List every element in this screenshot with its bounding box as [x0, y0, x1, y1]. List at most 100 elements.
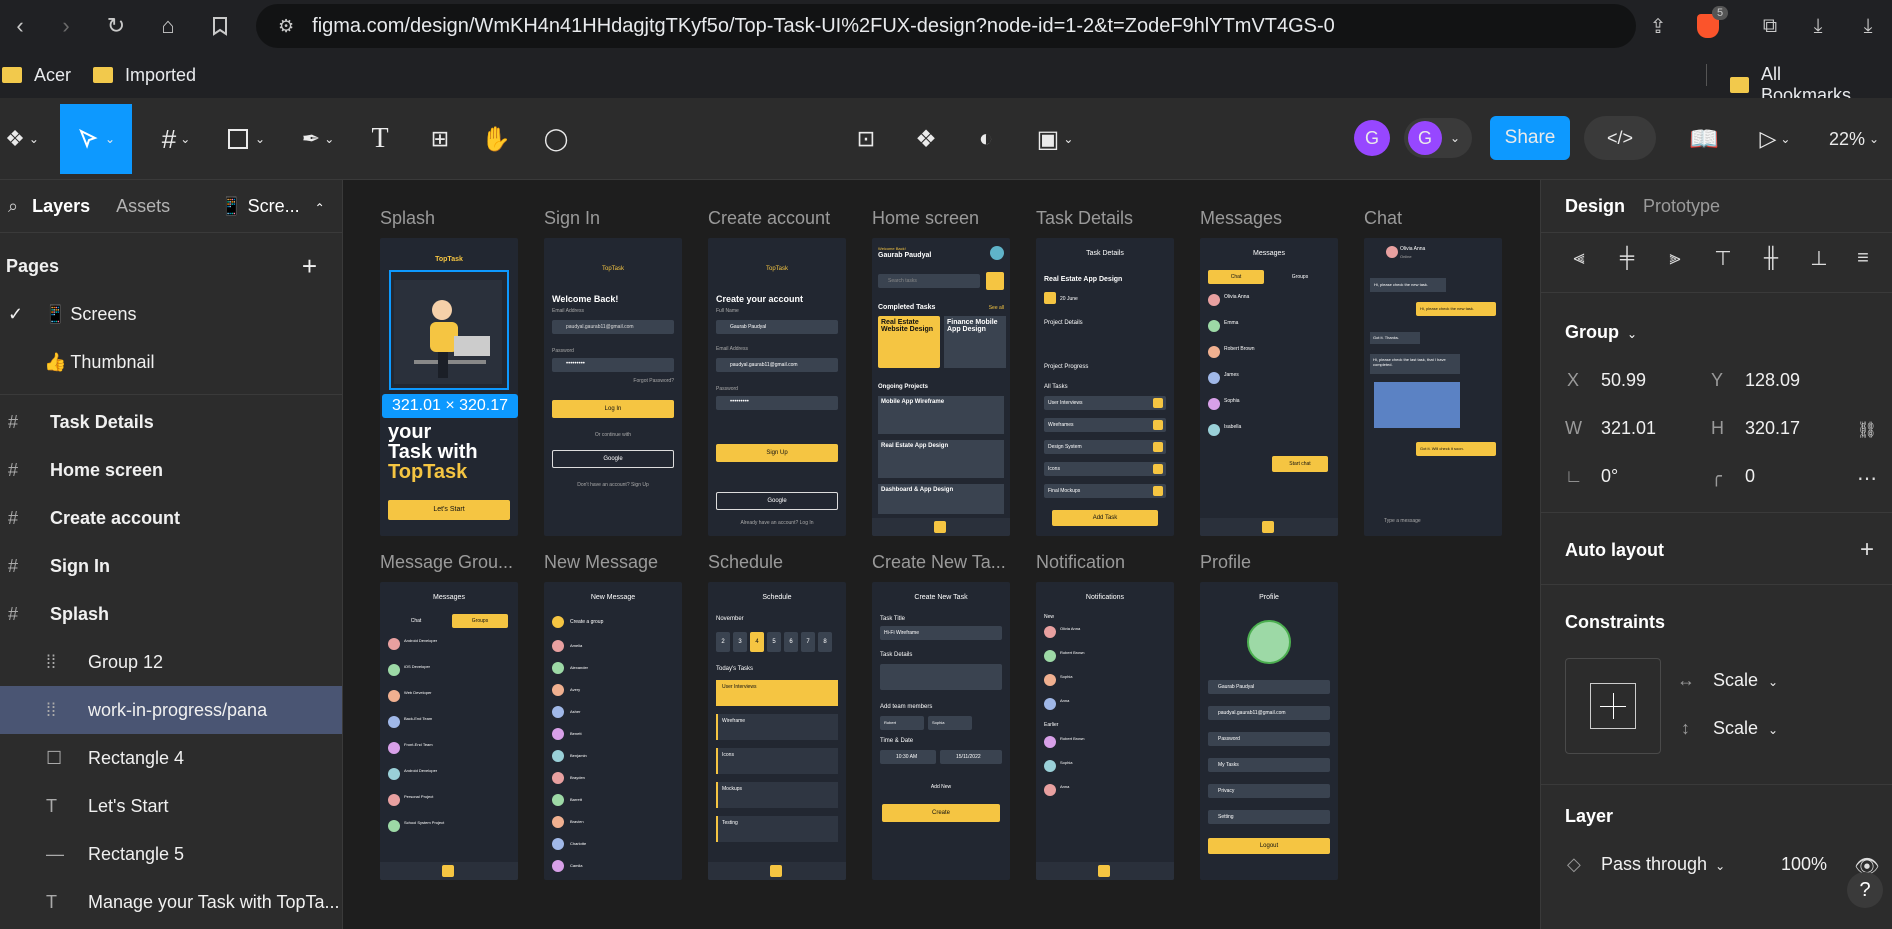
layer-item[interactable]: # Task Details: [0, 398, 342, 446]
library-icon[interactable]: 📖: [1684, 104, 1724, 174]
hand-tool-icon[interactable]: ✋: [476, 104, 516, 174]
layer-item[interactable]: ⁞⁞ Group 12: [0, 638, 342, 686]
frame-label[interactable]: Sign In: [544, 208, 600, 229]
frame-label[interactable]: Home screen: [872, 208, 979, 229]
shape-tool-icon[interactable]: ⌄: [220, 104, 272, 174]
component-icon[interactable]: ❖: [906, 104, 946, 174]
rotation-field[interactable]: 0°: [1601, 466, 1618, 487]
page-item-thumbnail[interactable]: 👍 Thumbnail: [0, 338, 342, 386]
selection-box[interactable]: [389, 270, 509, 390]
layer-item[interactable]: # Splash: [0, 590, 342, 638]
frame-home-screen[interactable]: Welcome Back! Gaurab Paudyal Search task…: [872, 238, 1010, 536]
layer-item[interactable]: T Manage your Task with TopTa...: [0, 878, 342, 926]
back-icon[interactable]: ‹: [0, 6, 40, 46]
text-tool-icon[interactable]: T: [360, 104, 400, 174]
frame-tool-icon[interactable]: # ⌄: [150, 104, 202, 174]
frame-notification[interactable]: Notifications New Earlier Olivia Anna Rob…: [1036, 582, 1174, 880]
user-avatar-menu[interactable]: G ⌄: [1404, 118, 1472, 158]
align-top-icon[interactable]: ⊤: [1707, 242, 1739, 274]
forward-icon[interactable]: ›: [46, 6, 86, 46]
present-icon[interactable]: ▷ ⌄: [1750, 104, 1800, 174]
frame-label[interactable]: New Message: [544, 552, 658, 573]
menu-icon[interactable]: ⤓: [1850, 8, 1886, 44]
opacity-field[interactable]: 100%: [1781, 854, 1827, 875]
align-middle-icon[interactable]: ╫: [1755, 242, 1787, 274]
layer-item[interactable]: # Sign In: [0, 542, 342, 590]
blend-mode[interactable]: Pass through ⌄: [1601, 854, 1725, 875]
frame-label[interactable]: Profile: [1200, 552, 1251, 573]
align-right-icon[interactable]: ⫸: [1659, 242, 1691, 274]
group-label[interactable]: Group ⌄: [1565, 322, 1637, 343]
height-field[interactable]: 320.17: [1745, 418, 1800, 439]
frame-new-message[interactable]: New Message Create a group Amelia Alexand…: [544, 582, 682, 880]
boolean-icon[interactable]: ▣ ⌄: [1030, 104, 1080, 174]
frame-label[interactable]: Chat: [1364, 208, 1402, 229]
y-field[interactable]: 128.09: [1745, 370, 1800, 391]
frame-message-groups[interactable]: Messages Chat Groups Android Developer iO…: [380, 582, 518, 880]
home-icon[interactable]: ⌂: [148, 6, 188, 46]
frame-label[interactable]: Task Details: [1036, 208, 1133, 229]
dev-mode-toggle[interactable]: </>: [1584, 116, 1656, 160]
tab-prototype[interactable]: Prototype: [1643, 196, 1720, 217]
share-button[interactable]: Share: [1490, 116, 1570, 160]
x-field[interactable]: 50.99: [1601, 370, 1646, 391]
frame-label[interactable]: Create account: [708, 208, 830, 229]
tab-assets[interactable]: Assets: [116, 196, 170, 217]
align-center-icon[interactable]: ╪: [1611, 242, 1643, 274]
select-matching-icon[interactable]: ⊡: [846, 104, 886, 174]
tab-design[interactable]: Design: [1565, 196, 1625, 217]
bookmark-folder-imported[interactable]: Imported: [93, 65, 196, 86]
figma-menu-icon[interactable]: ❖ ⌄: [0, 104, 44, 174]
downloads-icon[interactable]: ⤓: [1800, 8, 1836, 44]
bookmark-icon[interactable]: [200, 6, 240, 46]
resources-icon[interactable]: ⊞: [420, 104, 460, 174]
search-icon[interactable]: ⌕: [8, 196, 18, 217]
vertical-constraint[interactable]: Scale ⌄: [1713, 718, 1778, 739]
frame-create-account[interactable]: TopTask Create your account Full Name Ga…: [708, 238, 846, 536]
frame-messages[interactable]: Messages Chat Groups Start chat Olivia A…: [1200, 238, 1338, 536]
distribute-icon[interactable]: ≡: [1847, 242, 1879, 274]
layer-item[interactable]: ☐ Rectangle 4: [0, 734, 342, 782]
move-tool-icon[interactable]: ⌄: [60, 104, 132, 174]
layer-item[interactable]: ⁞⁞ work-in-progress/pana: [0, 686, 342, 734]
align-bottom-icon[interactable]: ⊥: [1803, 242, 1835, 274]
align-left-icon[interactable]: ⫷: [1563, 242, 1595, 274]
frame-label[interactable]: Splash: [380, 208, 435, 229]
pen-tool-icon[interactable]: ✒ ⌄: [292, 104, 344, 174]
frame-splash[interactable]: TopTask 321.01 × 320.17 your Task with Top…: [380, 238, 518, 536]
share-page-icon[interactable]: ⇪: [1640, 8, 1676, 44]
avatar[interactable]: G: [1354, 120, 1390, 156]
address-bar[interactable]: ⚙ figma.com/design/WmKH4n41HHdagjtgTKyf5…: [256, 4, 1636, 48]
reload-icon[interactable]: ↻: [96, 6, 136, 46]
frame-label[interactable]: Messages: [1200, 208, 1282, 229]
frame-label[interactable]: Schedule: [708, 552, 783, 573]
frame-label[interactable]: Notification: [1036, 552, 1125, 573]
tab-layers[interactable]: Layers: [32, 196, 90, 217]
frame-chat[interactable]: Olivia Anna Online Hi, please check the …: [1364, 238, 1502, 536]
layer-item[interactable]: # Home screen: [0, 446, 342, 494]
frame-create-new-task[interactable]: Create New Task Task Title Hi-Fi Wirefra…: [872, 582, 1010, 880]
page-item-screens[interactable]: ✓ 📱 Screens: [0, 290, 342, 338]
constrain-proportions-icon[interactable]: ⛓: [1851, 414, 1883, 446]
brave-shield-icon[interactable]: 5: [1690, 6, 1729, 44]
design-canvas[interactable]: Splash Sign In Create account Home screen Ta…: [344, 180, 1540, 929]
lets-start-button[interactable]: Let's Start: [388, 500, 510, 520]
layer-item[interactable]: T Let's Start: [0, 782, 342, 830]
comment-tool-icon[interactable]: ◯: [536, 104, 576, 174]
frame-profile[interactable]: Profile Gaurab Paudyal paudyal.gaurab11@…: [1200, 582, 1338, 880]
contrast-icon[interactable]: ◐: [966, 104, 1006, 174]
frame-label[interactable]: Create New Ta...: [872, 552, 1006, 573]
page-switcher[interactable]: 📱 Scre... ⌃: [220, 196, 325, 217]
zoom-level[interactable]: 22% ⌄: [1822, 104, 1886, 174]
add-auto-layout-icon[interactable]: +: [1851, 534, 1883, 566]
width-field[interactable]: 321.01: [1601, 418, 1656, 439]
frame-sign-in[interactable]: TopTask Welcome Back! Email Address paud…: [544, 238, 682, 536]
more-icon[interactable]: ⋯: [1851, 462, 1883, 494]
frame-label[interactable]: Message Grou...: [380, 552, 513, 573]
frame-task-details[interactable]: Task Details Real Estate App Design 20 J…: [1036, 238, 1174, 536]
help-button[interactable]: ?: [1847, 872, 1883, 908]
frame-schedule[interactable]: Schedule November Today's Tasks 2345678U…: [708, 582, 846, 880]
site-settings-icon[interactable]: ⚙: [278, 16, 294, 37]
add-page-icon[interactable]: +: [302, 251, 317, 282]
constraints-widget[interactable]: [1565, 658, 1661, 754]
